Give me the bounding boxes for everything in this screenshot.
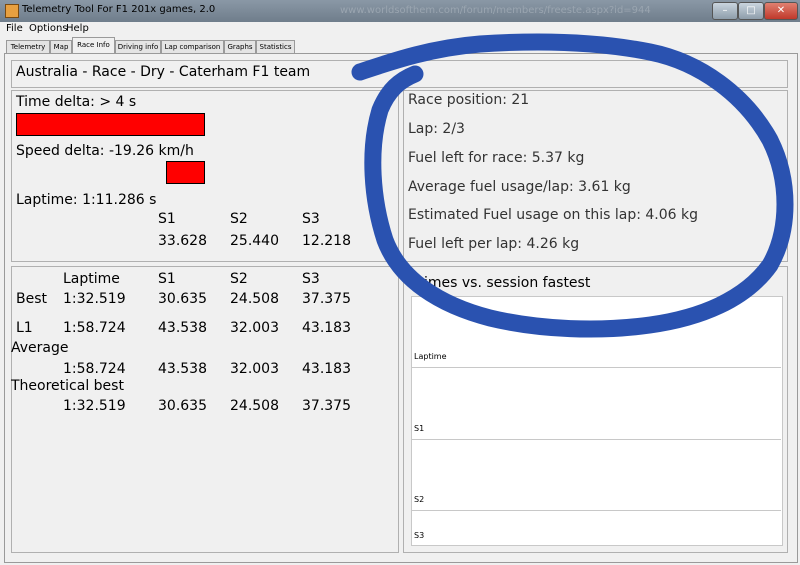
- delta-s3-value: 12.218: [302, 233, 351, 249]
- close-button[interactable]: ✕: [764, 2, 798, 20]
- comparison-chart-area: [411, 296, 783, 546]
- theoretical-s2: 24.508: [230, 398, 279, 414]
- average-fuel-usage: Average fuel usage/lap: 3.61 kg: [408, 179, 631, 195]
- tab-strip: Telemetry Map Race Info Driving info Lap…: [0, 37, 800, 53]
- minimize-button[interactable]: –: [712, 2, 738, 20]
- chart-divider: [411, 439, 781, 440]
- race-position: Race position: 21: [408, 92, 530, 108]
- laps-header-s1: S1: [158, 271, 176, 287]
- maximize-button[interactable]: □: [738, 2, 764, 20]
- estimated-fuel-usage: Estimated Fuel usage on this lap: 4.06 k…: [408, 207, 699, 223]
- laps-header-s3: S3: [302, 271, 320, 287]
- window-titlebar: Telemetry Tool For F1 201x games, 2.0 ww…: [0, 0, 800, 22]
- menu-file[interactable]: File: [6, 23, 23, 34]
- window-title: Telemetry Tool For F1 201x games, 2.0: [22, 4, 216, 15]
- chart-row-laptime: Laptime: [414, 352, 447, 361]
- fuel-left-race: Fuel left for race: 5.37 kg: [408, 150, 585, 166]
- chart-divider: [411, 367, 781, 368]
- menu-help[interactable]: Help: [66, 23, 89, 34]
- theoretical-laptime: 1:32.519: [63, 398, 126, 414]
- best-laptime: 1:32.519: [63, 291, 126, 307]
- app-icon: [5, 4, 19, 18]
- lap-counter: Lap: 2/3: [408, 121, 465, 137]
- best-s3: 37.375: [302, 291, 351, 307]
- theoretical-s1: 30.635: [158, 398, 207, 414]
- chart-row-s3: S3: [414, 531, 425, 540]
- menu-options[interactable]: Options: [29, 23, 68, 34]
- tab-graphs[interactable]: Graphs: [224, 40, 256, 53]
- tab-statistics[interactable]: Statistics: [256, 40, 295, 53]
- average-s1: 43.538: [158, 361, 207, 377]
- average-row-label: Average: [11, 340, 69, 356]
- delta-s2-value: 25.440: [230, 233, 279, 249]
- best-s1: 30.635: [158, 291, 207, 307]
- menu-bar: File Options Help: [0, 22, 800, 36]
- laps-header-s2: S2: [230, 271, 248, 287]
- average-s2: 32.003: [230, 361, 279, 377]
- speed-delta-label: Speed delta: -19.26 km/h: [16, 143, 194, 159]
- laptime-label: Laptime: 1:11.286 s: [16, 192, 157, 208]
- delta-s1-value: 33.628: [158, 233, 207, 249]
- speed-delta-bar: [166, 161, 205, 184]
- session-header: Australia - Race - Dry - Caterham F1 tea…: [16, 64, 311, 80]
- best-row-label: Best: [16, 291, 48, 307]
- best-s2: 24.508: [230, 291, 279, 307]
- average-s3: 43.183: [302, 361, 351, 377]
- tab-map[interactable]: Map: [50, 40, 72, 53]
- chart-divider: [411, 510, 781, 511]
- tab-telemetry[interactable]: Telemetry: [6, 40, 50, 53]
- l1-row-label: L1: [16, 320, 33, 336]
- delta-s1-header: S1: [158, 211, 176, 227]
- l1-s2: 32.003: [230, 320, 279, 336]
- time-delta-bar: [16, 113, 205, 136]
- l1-s1: 43.538: [158, 320, 207, 336]
- tab-driving-info[interactable]: Driving info: [115, 40, 161, 53]
- chart-title: imes vs. session fastest: [424, 275, 591, 291]
- background-window-url: www.worldsofthem.com/forum/members/frees…: [340, 5, 651, 16]
- fuel-left-per-lap: Fuel left per lap: 4.26 kg: [408, 236, 580, 252]
- theoretical-row-label: Theoretical best: [11, 378, 124, 394]
- chart-row-s2: S2: [414, 495, 425, 504]
- average-laptime: 1:58.724: [63, 361, 126, 377]
- tab-race-info[interactable]: Race Info: [72, 37, 115, 53]
- chart-row-s1: S1: [414, 424, 425, 433]
- delta-s3-header: S3: [302, 211, 320, 227]
- time-delta-label: Time delta: > 4 s: [16, 94, 137, 110]
- delta-s2-header: S2: [230, 211, 248, 227]
- l1-s3: 43.183: [302, 320, 351, 336]
- laps-header-laptime: Laptime: [63, 271, 120, 287]
- l1-laptime: 1:58.724: [63, 320, 126, 336]
- theoretical-s3: 37.375: [302, 398, 351, 414]
- tab-lap-comparison[interactable]: Lap comparison: [161, 40, 224, 53]
